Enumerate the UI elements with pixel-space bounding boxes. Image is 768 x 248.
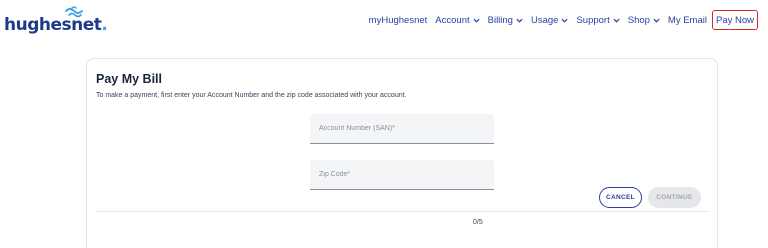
zip-character-counter: 0/5 [473,219,483,226]
continue-button[interactable]: CONTINUE [648,187,701,208]
main-nav: myHughesnet Account Billing Usage Suppor… [365,10,758,30]
chevron-down-icon [561,18,569,23]
zip-code-input[interactable] [310,160,494,189]
chevron-down-icon [653,18,660,23]
nav-item-my-email[interactable]: My Email [664,10,711,30]
logo-wordmark: hughesnet. [4,15,108,35]
nav-item-support[interactable]: Support [572,10,623,30]
nav-item-label: Account [435,14,470,26]
chevron-down-icon [516,18,523,23]
logo-text-hughes: hughes [4,15,72,35]
pay-my-bill-card: Pay My Bill To make a payment, first ent… [86,58,718,248]
cancel-button[interactable]: CANCEL [599,187,642,208]
logo-dot: . [101,15,108,35]
page-instructions: To make a payment, first enter your Acco… [96,92,407,99]
nav-item-label: Support [576,14,610,26]
card-divider [95,211,709,212]
page-title: Pay My Bill [96,72,162,86]
nav-item-label: myHughesnet [368,14,428,26]
nav-item-account[interactable]: Account [431,10,483,30]
nav-item-usage[interactable]: Usage [527,10,572,30]
nav-item-billing[interactable]: Billing [484,10,527,30]
chevron-down-icon [473,18,480,23]
chevron-down-icon [613,18,620,23]
nav-item-shop[interactable]: Shop [624,10,664,30]
hughesnet-logo[interactable]: hughesnet. [4,6,108,35]
account-number-field[interactable] [310,114,494,144]
nav-item-label: Shop [627,14,650,26]
nav-item-label: My Email [667,14,707,26]
nav-item-pay-now[interactable]: Pay Now [711,10,758,30]
site-header: hughesnet. myHughesnet Account Billing U… [0,0,768,40]
zip-code-field[interactable] [310,160,494,190]
account-number-input[interactable] [310,114,494,143]
nav-item-label: Pay Now [715,14,754,26]
nav-item-label: Billing [487,14,513,26]
nav-item-myhughesnet[interactable]: myHughesnet [365,10,432,30]
nav-item-label: Usage [530,14,559,26]
logo-text-net: net [71,15,102,35]
